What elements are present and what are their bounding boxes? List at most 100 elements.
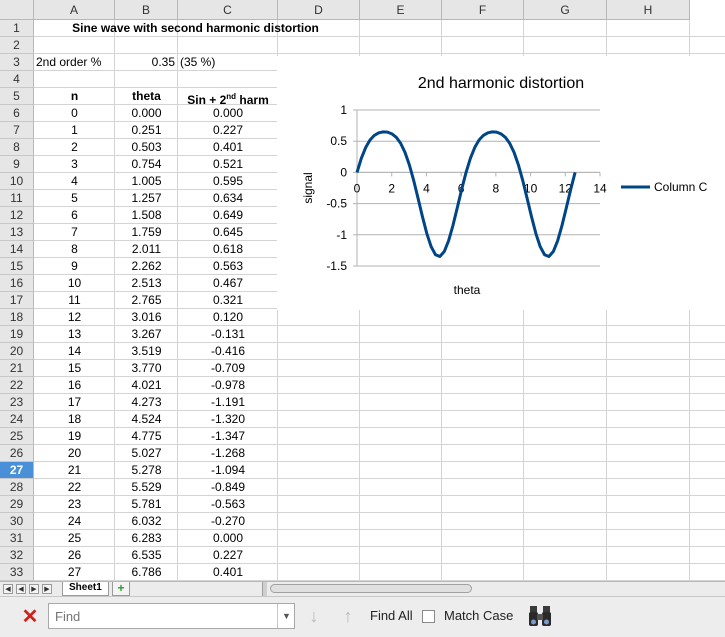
cell-theta[interactable]: 5.027: [115, 445, 178, 462]
cell-title[interactable]: Sine wave with second harmonic distortio…: [34, 20, 357, 37]
cell-n[interactable]: 17: [34, 394, 115, 411]
cell-theta[interactable]: 6.283: [115, 530, 178, 547]
cell-c3[interactable]: (35 %): [178, 54, 278, 71]
last-sheet-button[interactable]: ▶: [42, 584, 52, 594]
row-header-22[interactable]: 22: [0, 377, 34, 394]
cell-header-signal[interactable]: Sin + 2nd harm: [178, 88, 278, 107]
row-header-4[interactable]: 4: [0, 71, 34, 88]
cell-theta[interactable]: 4.775: [115, 428, 178, 445]
cell-n[interactable]: 20: [34, 445, 115, 462]
row-header-31[interactable]: 31: [0, 530, 34, 547]
row-header-21[interactable]: 21: [0, 360, 34, 377]
cell-theta[interactable]: 0.503: [115, 139, 178, 156]
cell-n[interactable]: 9: [34, 258, 115, 275]
row-header-15[interactable]: 15: [0, 258, 34, 275]
cell-signal[interactable]: 0.000: [178, 530, 278, 547]
cell-a3[interactable]: 2nd order %: [34, 54, 115, 71]
row-header-16[interactable]: 16: [0, 275, 34, 292]
column-header-c[interactable]: C: [178, 0, 278, 20]
row-header-10[interactable]: 10: [0, 173, 34, 190]
cell-signal[interactable]: 0.120: [178, 309, 278, 326]
row-header-18[interactable]: 18: [0, 309, 34, 326]
cell-theta[interactable]: 5.529: [115, 479, 178, 496]
cell-theta[interactable]: 0.251: [115, 122, 178, 139]
cell-signal[interactable]: -0.709: [178, 360, 278, 377]
row-header-20[interactable]: 20: [0, 343, 34, 360]
cell-signal[interactable]: -0.131: [178, 326, 278, 343]
cell-n[interactable]: 22: [34, 479, 115, 496]
cell-theta[interactable]: 6.786: [115, 564, 178, 581]
cell-n[interactable]: 1: [34, 122, 115, 139]
cell-signal[interactable]: 0.563: [178, 258, 278, 275]
row-header-28[interactable]: 28: [0, 479, 34, 496]
row-header-12[interactable]: 12: [0, 207, 34, 224]
column-header-e[interactable]: E: [360, 0, 442, 20]
prev-sheet-button[interactable]: ◀: [16, 584, 26, 594]
column-header-f[interactable]: F: [442, 0, 524, 20]
row-header-7[interactable]: 7: [0, 122, 34, 139]
cell-theta[interactable]: 2.011: [115, 241, 178, 258]
cell-n[interactable]: 6: [34, 207, 115, 224]
row-header-1[interactable]: 1: [0, 20, 34, 37]
column-header-b[interactable]: B: [115, 0, 178, 20]
cell-signal[interactable]: 0.649: [178, 207, 278, 224]
row-header-5[interactable]: 5: [0, 88, 34, 105]
cell-signal[interactable]: 0.634: [178, 190, 278, 207]
binoculars-icon[interactable]: [527, 603, 553, 629]
cell-theta[interactable]: 2.262: [115, 258, 178, 275]
cell-signal[interactable]: 0.521: [178, 156, 278, 173]
cell-n[interactable]: 4: [34, 173, 115, 190]
cell-signal[interactable]: 0.401: [178, 564, 278, 581]
row-header-11[interactable]: 11: [0, 190, 34, 207]
row-header-29[interactable]: 29: [0, 496, 34, 513]
cell-theta[interactable]: 4.273: [115, 394, 178, 411]
row-header-33[interactable]: 33: [0, 564, 34, 581]
row-header-9[interactable]: 9: [0, 156, 34, 173]
find-input[interactable]: [48, 603, 295, 629]
find-all-button[interactable]: Find All: [370, 608, 413, 623]
cell-theta[interactable]: 6.032: [115, 513, 178, 530]
cell-theta[interactable]: 0.000: [115, 105, 178, 122]
cell-theta[interactable]: 3.267: [115, 326, 178, 343]
cell-n[interactable]: 24: [34, 513, 115, 530]
cell-signal[interactable]: -1.320: [178, 411, 278, 428]
cell-theta[interactable]: 3.770: [115, 360, 178, 377]
arrow-down-icon[interactable]: ↓: [304, 605, 324, 627]
cell-signal[interactable]: 0.467: [178, 275, 278, 292]
cell-theta[interactable]: 2.513: [115, 275, 178, 292]
row-header-19[interactable]: 19: [0, 326, 34, 343]
cell-n[interactable]: 23: [34, 496, 115, 513]
column-header-g[interactable]: G: [524, 0, 607, 20]
sheet-tab-sheet1[interactable]: Sheet1: [62, 582, 109, 596]
arrow-up-icon[interactable]: ↑: [338, 605, 358, 627]
cell-signal[interactable]: 0.645: [178, 224, 278, 241]
row-header-17[interactable]: 17: [0, 292, 34, 309]
cell-n[interactable]: 11: [34, 292, 115, 309]
cell-n[interactable]: 2: [34, 139, 115, 156]
cell-theta[interactable]: 3.016: [115, 309, 178, 326]
cell-n[interactable]: 0: [34, 105, 115, 122]
cell-signal[interactable]: -0.563: [178, 496, 278, 513]
first-sheet-button[interactable]: ◀: [3, 584, 13, 594]
row-header-6[interactable]: 6: [0, 105, 34, 122]
row-header-30[interactable]: 30: [0, 513, 34, 530]
cell-signal[interactable]: 0.000: [178, 105, 278, 122]
tab-splitter[interactable]: [262, 582, 267, 596]
row-header-3[interactable]: 3: [0, 54, 34, 71]
cell-n[interactable]: 26: [34, 547, 115, 564]
row-header-25[interactable]: 25: [0, 428, 34, 445]
cell-signal[interactable]: 0.321: [178, 292, 278, 309]
cell-signal[interactable]: -0.849: [178, 479, 278, 496]
cell-theta[interactable]: 5.278: [115, 462, 178, 479]
cell-n[interactable]: 13: [34, 326, 115, 343]
cell-n[interactable]: 18: [34, 411, 115, 428]
select-all-corner[interactable]: [0, 0, 34, 20]
cell-n[interactable]: 27: [34, 564, 115, 581]
cell-theta[interactable]: 3.519: [115, 343, 178, 360]
cell-theta[interactable]: 1.005: [115, 173, 178, 190]
cell-theta[interactable]: 1.257: [115, 190, 178, 207]
cell-n[interactable]: 10: [34, 275, 115, 292]
cell-theta[interactable]: 4.524: [115, 411, 178, 428]
column-header-a[interactable]: A: [34, 0, 115, 20]
add-sheet-button[interactable]: +: [112, 582, 130, 596]
